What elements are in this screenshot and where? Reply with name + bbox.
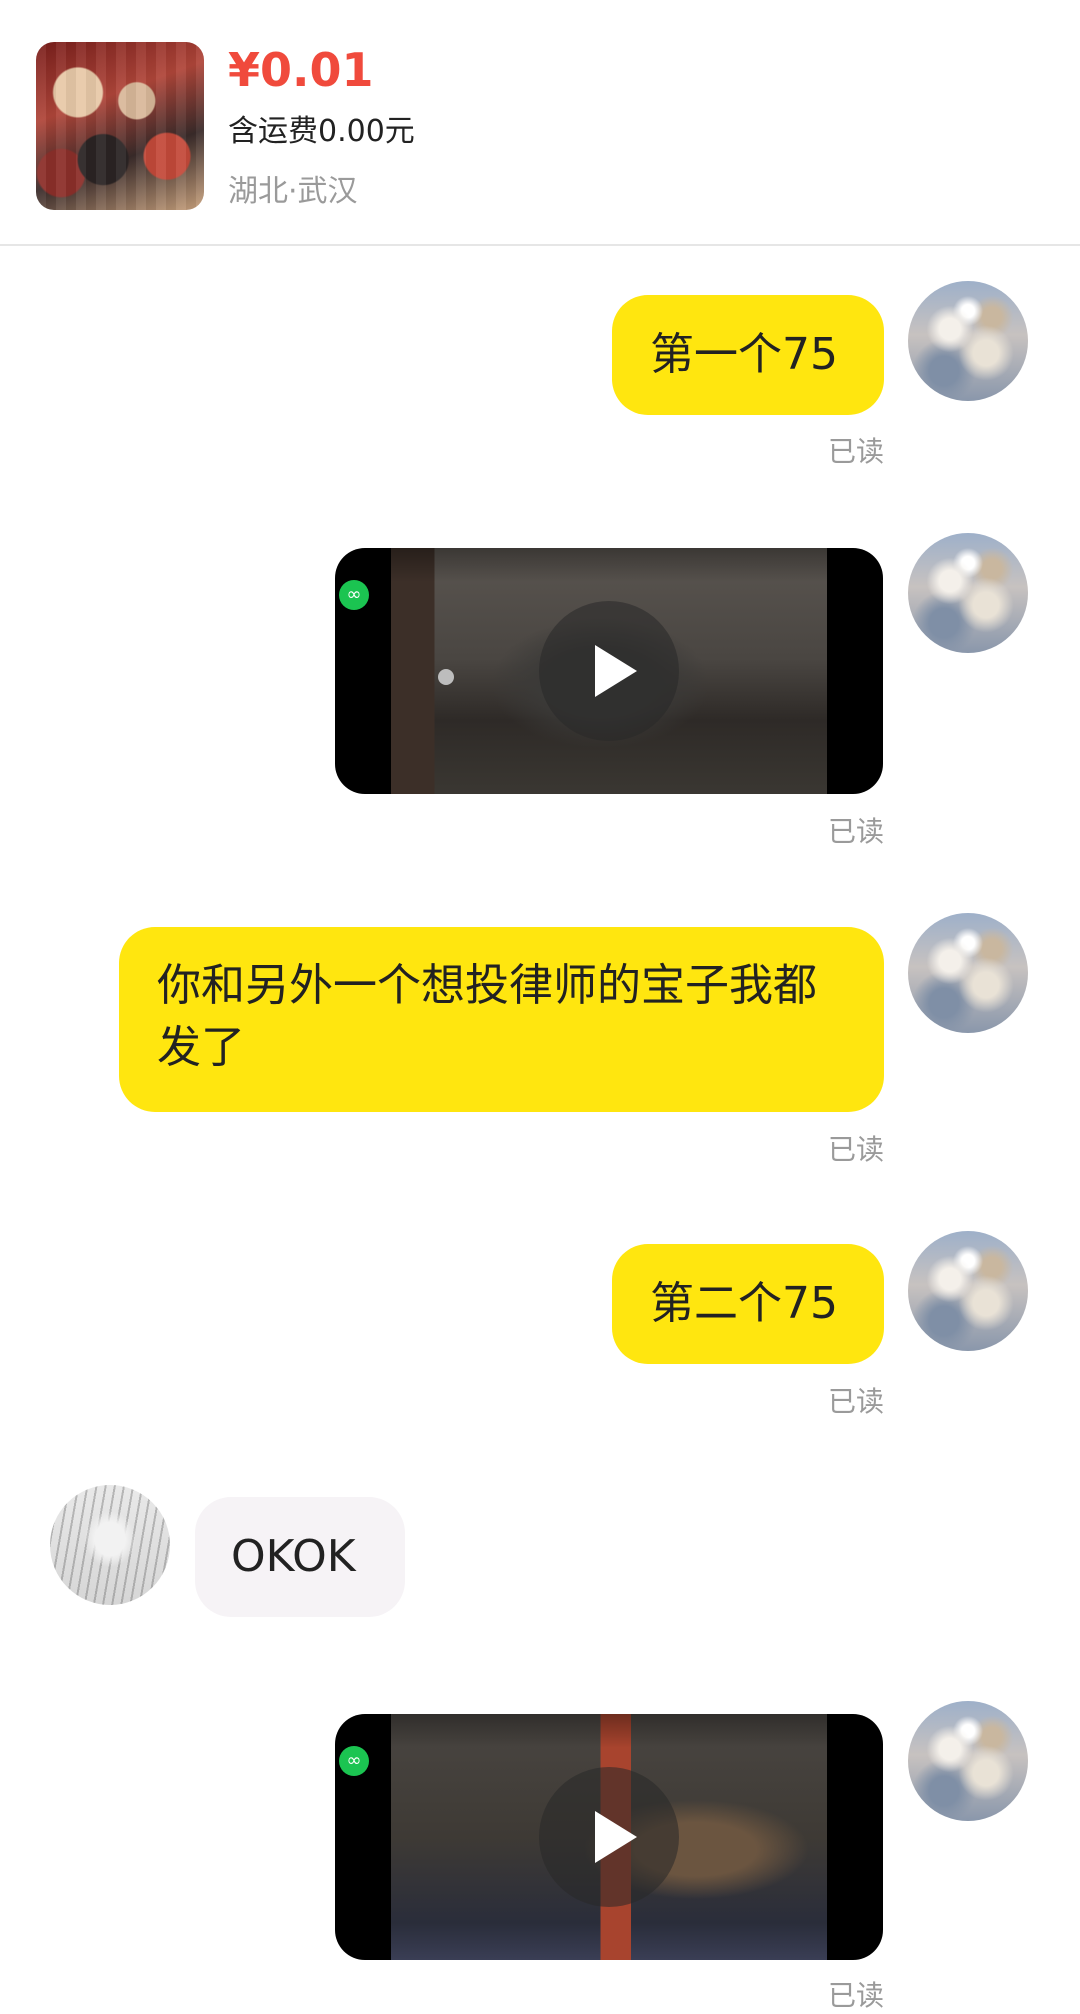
message-bubble-self[interactable]: 第二个75	[612, 1244, 884, 1364]
self-avatar[interactable]	[908, 913, 1028, 1033]
product-header[interactable]: ¥0.01 含运费0.00元 湖北·武汉	[0, 0, 1080, 246]
product-shipping: 含运费0.00元	[228, 114, 415, 149]
self-avatar[interactable]	[908, 281, 1028, 401]
message-bubble-self[interactable]: 第一个75	[612, 295, 884, 415]
message-bubble-other[interactable]: OKOK	[195, 1497, 405, 1617]
play-icon[interactable]	[539, 1767, 679, 1907]
read-receipt: 已读	[827, 815, 884, 848]
link-icon: ∞	[339, 580, 369, 610]
message-bubble-self[interactable]: 你和另外一个想投律师的宝子我都发了	[119, 927, 884, 1112]
self-avatar[interactable]	[908, 533, 1028, 653]
dot-indicator	[438, 669, 454, 685]
video-message[interactable]: ∞	[335, 1714, 883, 1960]
product-price: ¥0.01	[228, 43, 374, 97]
play-icon[interactable]	[539, 601, 679, 741]
contact-avatar[interactable]	[50, 1485, 170, 1605]
link-icon: ∞	[339, 1746, 369, 1776]
product-thumbnail[interactable]	[36, 42, 204, 210]
self-avatar[interactable]	[908, 1701, 1028, 1821]
read-receipt: 已读	[827, 1385, 884, 1418]
self-avatar[interactable]	[908, 1231, 1028, 1351]
video-message[interactable]: ∞	[335, 548, 883, 794]
read-receipt: 已读	[827, 1979, 884, 2012]
product-location: 湖北·武汉	[228, 174, 358, 209]
video-topbar	[391, 548, 827, 582]
read-receipt: 已读	[827, 1133, 884, 1166]
video-topbar	[391, 1714, 827, 1748]
read-receipt: 已读	[827, 435, 884, 468]
